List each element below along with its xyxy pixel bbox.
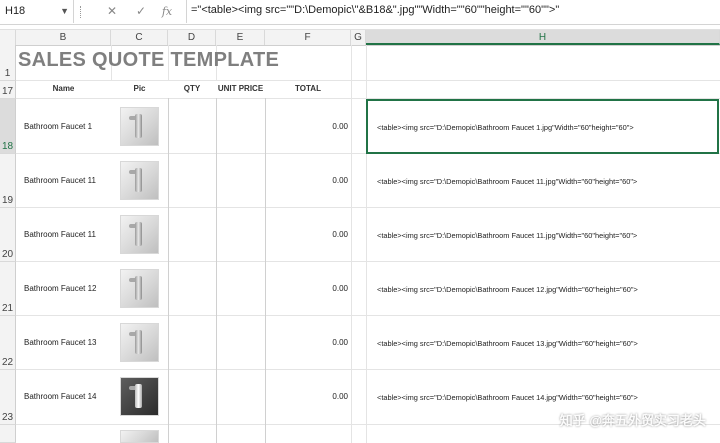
- gridline: [265, 98, 266, 443]
- row-header-23[interactable]: 23: [0, 370, 16, 425]
- sheet-title: SALES QUOTE TEMPLATE: [18, 49, 280, 71]
- gridline: [351, 45, 352, 443]
- chevron-down-icon[interactable]: ▼: [60, 0, 69, 23]
- column-header-c[interactable]: C: [111, 30, 168, 45]
- faucet-picture[interactable]: [120, 161, 159, 200]
- gridline: [16, 261, 720, 262]
- header-qty: QTY: [183, 84, 201, 93]
- cell-name[interactable]: Bathroom Faucet 1: [24, 122, 92, 131]
- cell-html[interactable]: <table><img src="D:\Demopic\Bathroom Fau…: [377, 339, 638, 348]
- cell-html[interactable]: <table><img src="D:\Demopic\Bathroom Fau…: [377, 231, 637, 240]
- row-header-22[interactable]: 22: [0, 316, 16, 370]
- header-unit-price: UNIT PRICE: [217, 84, 264, 93]
- cell-total[interactable]: 0.00: [305, 122, 348, 131]
- gridline: [16, 315, 720, 316]
- column-header-d[interactable]: D: [168, 30, 216, 45]
- cell-total[interactable]: 0.00: [305, 392, 348, 401]
- faucet-picture[interactable]: [120, 215, 159, 254]
- cell-html[interactable]: <table><img src="D:\Demopic\Bathroom Fau…: [377, 393, 638, 402]
- faucet-picture[interactable]: [120, 430, 159, 443]
- row-header-1[interactable]: 1: [0, 45, 16, 81]
- watermark: 知乎 @奔五外贸实习老头: [559, 413, 706, 428]
- select-all-corner[interactable]: [0, 30, 16, 45]
- column-header-b[interactable]: B: [16, 30, 111, 45]
- gridline: [16, 369, 720, 370]
- selected-cell-outline: [366, 99, 719, 154]
- name-box[interactable]: H18 ▼: [0, 0, 74, 23]
- row-header-21[interactable]: 21: [0, 262, 16, 316]
- faucet-picture[interactable]: [120, 269, 159, 308]
- faucet-picture[interactable]: [120, 107, 159, 146]
- row-header-18[interactable]: 18: [0, 99, 16, 154]
- row-header-17[interactable]: 17: [0, 81, 16, 99]
- name-box-value: H18: [5, 5, 26, 17]
- enter-icon[interactable]: ✓: [132, 0, 150, 23]
- cell-total[interactable]: 0.00: [305, 338, 348, 347]
- cell-name[interactable]: Bathroom Faucet 12: [24, 284, 96, 293]
- cell-name[interactable]: Bathroom Faucet 11: [24, 230, 96, 239]
- cell-total[interactable]: 0.00: [305, 176, 348, 185]
- header-name: Name: [52, 84, 75, 93]
- column-header-g[interactable]: G: [351, 30, 366, 45]
- faucet-picture[interactable]: [120, 377, 159, 416]
- formula-input[interactable]: ="<table><img src=""D:\Demopic\"&B18&".j…: [186, 0, 559, 23]
- formula-bar-grip[interactable]: [80, 6, 83, 18]
- cell-html[interactable]: <table><img src="D:\Demopic\Bathroom Fau…: [377, 177, 637, 186]
- insert-function-icon[interactable]: fx: [158, 0, 176, 23]
- cell-name[interactable]: Bathroom Faucet 14: [24, 392, 96, 401]
- cell-total[interactable]: 0.00: [305, 230, 348, 239]
- column-header-h[interactable]: H: [366, 30, 720, 45]
- cancel-icon[interactable]: ✕: [103, 0, 121, 23]
- cell-name[interactable]: Bathroom Faucet 13: [24, 338, 96, 347]
- cell-total[interactable]: 0.00: [305, 284, 348, 293]
- row-header-19[interactable]: 19: [0, 154, 16, 208]
- gridline: [16, 207, 720, 208]
- faucet-picture[interactable]: [120, 323, 159, 362]
- row-header-partial[interactable]: [0, 425, 16, 443]
- cell-name[interactable]: Bathroom Faucet 11: [24, 176, 96, 185]
- header-pic: Pic: [133, 84, 146, 93]
- formula-bar: H18 ▼ ✕ ✓ fx ="<table><img src=""D:\Demo…: [0, 0, 720, 25]
- column-header-bar: B C D E F G H: [0, 29, 720, 46]
- gridline: [16, 80, 720, 81]
- gridline: [168, 98, 169, 443]
- gridline: [216, 98, 217, 443]
- column-header-f[interactable]: F: [265, 30, 351, 45]
- cell-html[interactable]: <table><img src="D:\Demopic\Bathroom Fau…: [377, 285, 638, 294]
- header-total: TOTAL: [295, 84, 321, 93]
- row-header-20[interactable]: 20: [0, 208, 16, 262]
- column-header-e[interactable]: E: [216, 30, 265, 45]
